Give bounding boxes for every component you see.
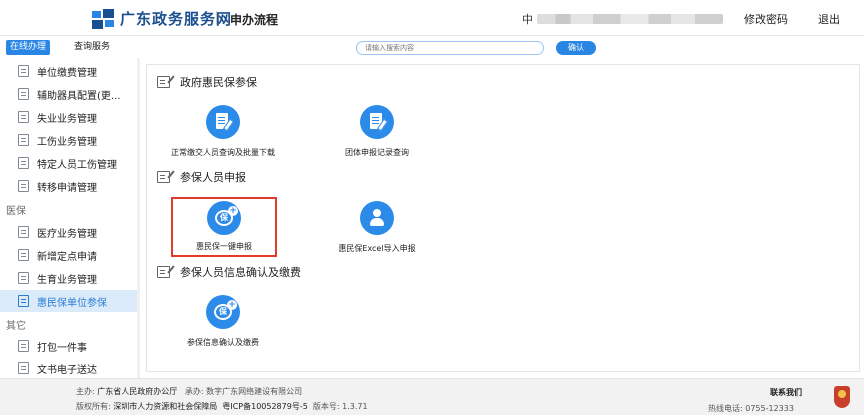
service-info-confirm-payment[interactable]: 保 + 参保信息确认及缴费 [153, 295, 293, 365]
sidebar-item-label: 医疗业务管理 [37, 228, 97, 240]
main-panel: 政府惠民保参保 正常缴交人员查询及批量下载 团体申报记录查询 参保人员申报 保 … [146, 64, 860, 372]
gov-emblem-icon [834, 386, 850, 408]
sidebar-item-label: 单位缴费管理 [37, 67, 97, 79]
service-huiminbao-excel-import[interactable]: 惠民保Excel导入申报 [307, 201, 447, 271]
tab-online-service[interactable]: 在线办理 [6, 40, 51, 55]
logo-mark-icon [92, 8, 114, 29]
service-label: 团体申报记录查询 [345, 148, 409, 157]
edit-icon [157, 76, 170, 88]
section-title-text: 参保人员信息确认及缴费 [180, 266, 301, 279]
sidebar-item-maternity[interactable]: 生育业务管理 [0, 267, 138, 289]
site-logo[interactable]: 广东政务服务网 [92, 8, 232, 29]
section-title-gov-huiminbao: 政府惠民保参保 [157, 74, 257, 90]
nav-bar: 在线办理 查询服务 确认 [0, 36, 864, 58]
footer-sponsor-line: 主办: 广东省人民政府办公厅 承办: 数字广东网络建设有限公司 [76, 387, 303, 396]
logout-link[interactable]: 退出 [818, 11, 840, 27]
document-edit-icon [360, 105, 394, 139]
sidebar-item-label: 工伤业务管理 [37, 136, 97, 148]
sidebar-item-label: 新增定点申请 [37, 251, 97, 263]
document-icon [18, 226, 29, 238]
user-name: 中 [522, 11, 723, 27]
sidebar-item-work-injury[interactable]: 工伤业务管理 [0, 129, 138, 151]
edit-icon [157, 171, 170, 183]
bao-plus-icon: 保 + [206, 295, 240, 329]
sidebar-heading-other: 其它 [6, 321, 26, 332]
user-name-prefix: 中 [522, 13, 533, 26]
sidebar-heading-medical-insurance: 医保 [6, 206, 26, 217]
sidebar-item-label: 打包一件事 [37, 342, 87, 354]
document-icon [18, 180, 29, 192]
hotline-text: 热线电话: 0755-12333 [708, 404, 794, 413]
document-icon [18, 157, 29, 169]
search-input[interactable] [356, 41, 544, 55]
sidebar-item-label: 转移申请管理 [37, 182, 97, 194]
document-icon [18, 134, 29, 146]
sidebar-scrollbar[interactable] [137, 58, 140, 378]
sidebar-item-label: 生育业务管理 [37, 274, 97, 286]
sidebar-item-new-designated-point[interactable]: 新增定点申请 [0, 244, 138, 266]
top-header: 广东政务服务网 申办流程 中 修改密码 退出 [0, 0, 864, 36]
contact-us-link[interactable]: 联系我们 [770, 387, 802, 398]
document-icon [18, 295, 29, 307]
sidebar-item-label: 文书电子送达 [37, 364, 97, 376]
document-icon [18, 111, 29, 123]
edit-icon [157, 266, 170, 278]
sidebar-item-transfer[interactable]: 转移申请管理 [0, 175, 138, 197]
sidebar-item-unemployment[interactable]: 失业业务管理 [0, 106, 138, 128]
user-name-redacted [537, 14, 723, 24]
bao-plus-icon: 保 + [207, 201, 241, 235]
page-flow-title: 申办流程 [230, 13, 279, 27]
document-icon [18, 272, 29, 284]
service-label: 参保信息确认及缴费 [187, 338, 259, 347]
sidebar-item-e-delivery[interactable]: 文书电子送达 [0, 357, 138, 379]
sidebar-item-package-service[interactable]: 打包一件事 [0, 335, 138, 357]
section-title-info-confirm-payment: 参保人员信息确认及缴费 [157, 264, 301, 280]
sidebar-item-medical[interactable]: 医疗业务管理 [0, 221, 138, 243]
sidebar-item-assistive-devices[interactable]: 辅助器具配置(更... [0, 83, 138, 105]
sidebar-item-label: 特定人员工伤管理 [37, 159, 117, 171]
tab-query-service[interactable]: 查询服务 [74, 41, 110, 54]
section-title-text: 参保人员申报 [180, 171, 246, 184]
service-label: 惠民保一键申报 [196, 242, 252, 251]
sidebar-item-unit-payment[interactable]: 单位缴费管理 [0, 60, 138, 82]
document-edit-icon [206, 105, 240, 139]
service-normal-payment-query[interactable]: 正常缴交人员查询及批量下载 [153, 105, 293, 175]
document-icon [18, 88, 29, 100]
section-title-text: 政府惠民保参保 [180, 76, 257, 89]
footer-copyright-line: 版权所有: 深圳市人力资源和社会保障局 粤ICP备10052879号-5 版本号… [76, 402, 368, 411]
sidebar: 单位缴费管理 辅助器具配置(更... 失业业务管理 工伤业务管理 特定人员工伤管… [0, 58, 140, 378]
service-group-record-query[interactable]: 团体申报记录查询 [307, 105, 447, 175]
document-icon [18, 65, 29, 77]
document-icon [18, 340, 29, 352]
search-confirm-button[interactable]: 确认 [556, 41, 596, 55]
section-title-member-declaration: 参保人员申报 [157, 169, 246, 185]
service-label: 惠民保Excel导入申报 [338, 244, 416, 253]
sidebar-item-label: 辅助器具配置(更... [37, 90, 121, 102]
sidebar-item-label: 惠民保单位参保 [37, 297, 107, 309]
service-label: 正常缴交人员查询及批量下载 [171, 148, 275, 157]
person-upload-icon [360, 201, 394, 235]
header-divider [216, 11, 217, 25]
document-icon [18, 249, 29, 261]
service-huiminbao-one-click[interactable]: 保 + 惠民保一键申报 [154, 201, 294, 271]
document-icon [18, 362, 29, 374]
sidebar-item-huiminbao[interactable]: 惠民保单位参保 [0, 290, 138, 312]
change-password-link[interactable]: 修改密码 [744, 11, 788, 27]
sidebar-item-specific-injury[interactable]: 特定人员工伤管理 [0, 152, 138, 174]
page-footer: 主办: 广东省人民政府办公厅 承办: 数字广东网络建设有限公司 版权所有: 深圳… [0, 378, 864, 415]
sidebar-item-label: 失业业务管理 [37, 113, 97, 125]
